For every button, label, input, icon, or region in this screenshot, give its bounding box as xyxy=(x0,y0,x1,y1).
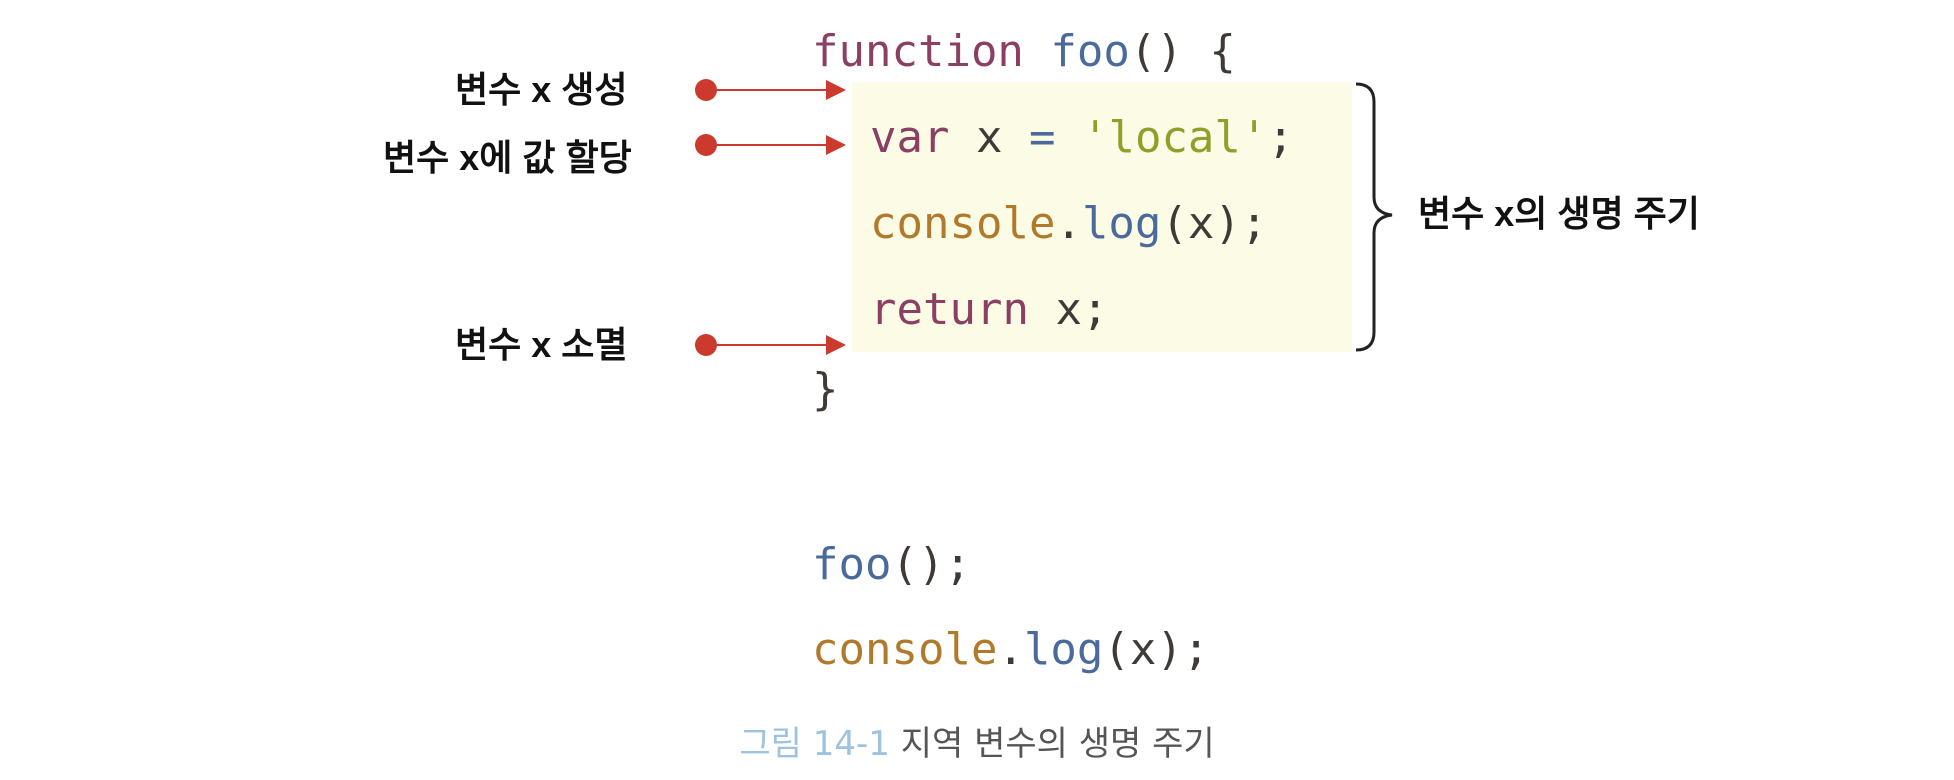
arrow-create xyxy=(695,79,846,101)
arrow-destroy xyxy=(695,334,846,356)
figure: function foo() { var x = 'local'; consol… xyxy=(0,0,1954,780)
lifetime-brace xyxy=(1355,82,1393,352)
figure-caption: 그림 14-1 지역 변수의 생명 주기 xyxy=(0,727,1954,761)
arrows-overlay xyxy=(695,79,1393,356)
caption-text: 지역 변수의 생명 주기 xyxy=(900,724,1215,764)
arrow-assign xyxy=(695,134,846,156)
caption-number: 그림 14-1 xyxy=(739,724,890,764)
